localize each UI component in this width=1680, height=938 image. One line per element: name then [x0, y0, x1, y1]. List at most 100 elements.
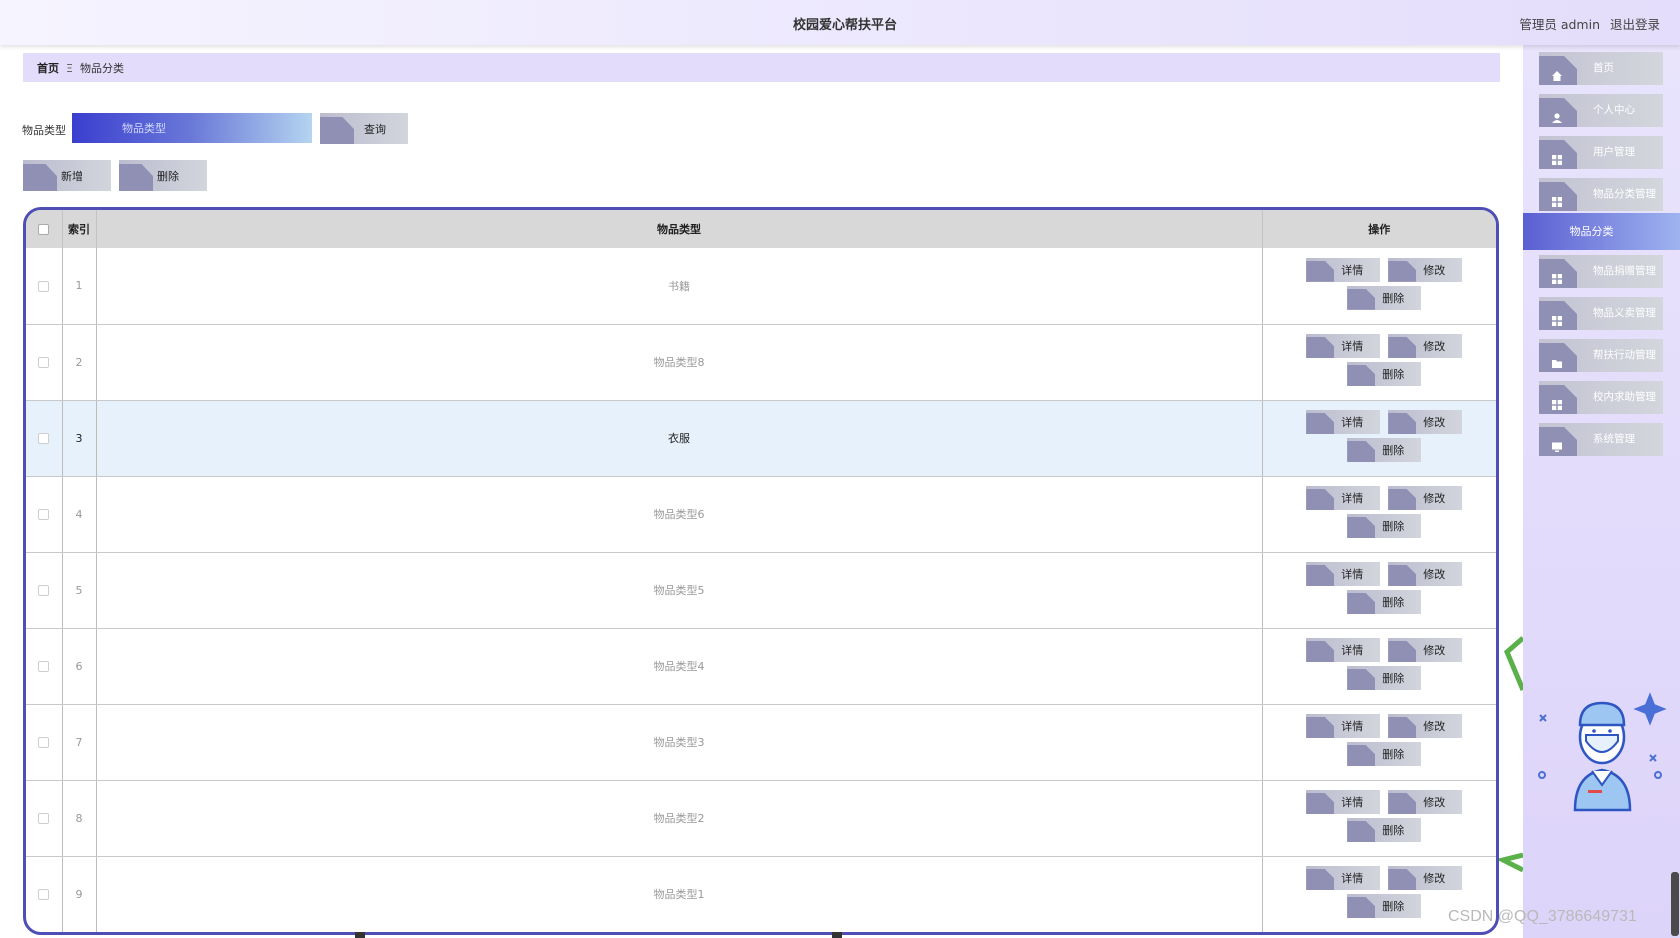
table-row[interactable]: 9 物品类型1 详情 修改删除 — [26, 856, 1496, 932]
edit-button[interactable]: 修改 — [1388, 562, 1463, 586]
batch-delete-button-label: 删除 — [157, 169, 179, 183]
table-row[interactable]: 2 物品类型8 详情 修改 删除 — [26, 324, 1496, 401]
grid-icon — [1551, 147, 1563, 165]
sidebar-item[interactable]: 物品捐赠管理 — [1539, 255, 1663, 288]
batch-delete-button[interactable]: 删除 — [119, 160, 207, 191]
row-checkbox[interactable] — [38, 661, 50, 672]
detail-button[interactable]: 详情 — [1306, 410, 1381, 434]
folder-icon — [1551, 350, 1563, 368]
detail-button[interactable]: 详情 — [1306, 257, 1381, 282]
monitor-icon — [1551, 434, 1563, 452]
row-checkbox-cell — [26, 400, 63, 477]
table-row[interactable]: 5 物品类型5 详情 修改 删除 — [26, 552, 1496, 629]
table-row[interactable]: 7 物品类型3 详情 修改 删除 — [26, 704, 1496, 781]
row-index: 9 — [62, 856, 97, 932]
sidebar-item-label: 校内求助管理 — [1593, 391, 1656, 403]
row-checkbox[interactable] — [38, 813, 50, 824]
row-checkbox[interactable] — [38, 889, 50, 900]
delete-button[interactable]: 删除 — [1347, 438, 1422, 462]
edit-button[interactable]: 修改 — [1388, 638, 1463, 662]
delete-button-label: 删除 — [1382, 672, 1405, 685]
row-actions: 详情 修改删除 — [1262, 400, 1496, 477]
nurse-avatar-icon — [1538, 692, 1667, 812]
table-row[interactable]: 1 书籍 详情 修改删除 — [26, 248, 1496, 325]
detail-button[interactable]: 详情 — [1306, 866, 1381, 890]
edit-button[interactable]: 修改 — [1388, 257, 1463, 282]
sidebar-item-active[interactable]: 物品分类 — [1523, 213, 1680, 250]
home-icon — [1551, 63, 1563, 81]
row-action-group: 详情 修改删除 — [1294, 634, 1464, 698]
sidebar-item-label: 物品义卖管理 — [1593, 307, 1656, 319]
edit-button[interactable]: 修改 — [1388, 334, 1463, 358]
edit-button[interactable]: 修改 — [1388, 790, 1463, 814]
sidebar-item[interactable]: 物品义卖管理 — [1539, 297, 1663, 330]
app-title: 校园爱心帮扶平台 — [792, 18, 897, 33]
row-action-group: 详情 修改 删除 — [1294, 330, 1464, 394]
delete-button-label: 删除 — [1382, 520, 1405, 533]
detail-button-label: 详情 — [1341, 796, 1364, 809]
decorative-bar-icon — [1671, 872, 1679, 936]
sidebar-item[interactable]: 物品分类管理 — [1539, 178, 1663, 211]
user-label: 管理员 admin — [1519, 17, 1600, 32]
sidebar-item[interactable]: 帮扶行动管理 — [1539, 339, 1663, 372]
delete-button[interactable]: 删除 — [1347, 590, 1422, 614]
detail-button[interactable]: 详情 — [1306, 714, 1381, 738]
delete-button[interactable]: 删除 — [1347, 362, 1422, 386]
row-index: 1 — [62, 248, 97, 325]
column-header-type: 物品类型 — [96, 210, 1263, 248]
edit-button-label: 修改 — [1423, 340, 1446, 353]
sidebar-item[interactable]: 用户管理 — [1539, 136, 1663, 169]
detail-button[interactable]: 详情 — [1306, 334, 1381, 358]
row-checkbox[interactable] — [38, 357, 50, 368]
row-checkbox[interactable] — [38, 509, 50, 520]
row-checkbox-cell — [26, 248, 63, 325]
breadcrumb-home[interactable]: 首页 — [37, 62, 59, 75]
table-row[interactable]: 4 物品类型6 详情 修改 删除 — [26, 476, 1496, 553]
search-input[interactable] — [72, 113, 312, 143]
breadcrumb-current: 物品分类 — [79, 62, 124, 75]
table-row[interactable]: 3 衣服 详情 修改 删除 — [26, 400, 1496, 477]
edit-button[interactable]: 修改 — [1388, 486, 1463, 510]
sidebar-item[interactable]: 校内求助管理 — [1539, 381, 1663, 414]
sidebar-item[interactable]: 首页 — [1539, 52, 1663, 85]
edit-button[interactable]: 修改 — [1388, 410, 1463, 434]
delete-button-label: 删除 — [1382, 900, 1405, 913]
row-type: 书籍 — [96, 248, 1263, 325]
add-button[interactable]: 新增 — [23, 160, 111, 191]
edit-button[interactable]: 修改 — [1388, 866, 1463, 890]
row-type: 物品类型1 — [96, 856, 1263, 932]
detail-button[interactable]: 详情 — [1306, 638, 1381, 662]
edit-button-label: 修改 — [1423, 796, 1446, 809]
detail-button[interactable]: 详情 — [1306, 790, 1381, 814]
sidebar-item[interactable]: 个人中心 — [1539, 94, 1663, 127]
delete-button[interactable]: 删除 — [1347, 742, 1422, 766]
delete-button[interactable]: 删除 — [1347, 514, 1422, 538]
row-action-group: 详情 修改删除 — [1294, 406, 1464, 470]
query-button[interactable]: 查询 — [320, 113, 408, 144]
delete-button[interactable]: 删除 — [1347, 894, 1422, 918]
row-checkbox-cell — [26, 780, 63, 857]
row-index: 6 — [62, 628, 97, 705]
delete-button[interactable]: 删除 — [1347, 666, 1422, 690]
row-checkbox[interactable] — [38, 280, 50, 292]
select-all-cell — [26, 210, 63, 248]
detail-button-label: 详情 — [1341, 416, 1364, 429]
table-row[interactable]: 6 物品类型4 详情 修改 删除 — [26, 628, 1496, 705]
edit-button-label: 修改 — [1423, 492, 1446, 505]
row-checkbox[interactable] — [38, 433, 50, 444]
detail-button[interactable]: 详情 — [1306, 562, 1381, 586]
delete-button[interactable]: 删除 — [1347, 818, 1422, 842]
select-all-checkbox[interactable] — [38, 224, 50, 235]
sidebar-item[interactable]: 系统管理 — [1539, 423, 1663, 456]
logout-link[interactable]: 退出登录 — [1610, 17, 1660, 32]
table-row[interactable]: 8 物品类型2 详情 修改 删除 — [26, 780, 1496, 857]
edit-button-label: 修改 — [1423, 568, 1446, 581]
user-icon — [1551, 105, 1563, 123]
watermark: CSDN @QQ_3786649731 — [1448, 908, 1637, 925]
edit-button[interactable]: 修改 — [1388, 714, 1463, 738]
row-checkbox[interactable] — [38, 737, 50, 748]
detail-button[interactable]: 详情 — [1306, 486, 1381, 510]
delete-button[interactable]: 删除 — [1347, 285, 1422, 310]
row-actions: 详情 修改删除 — [1262, 704, 1496, 781]
row-checkbox[interactable] — [38, 585, 50, 596]
